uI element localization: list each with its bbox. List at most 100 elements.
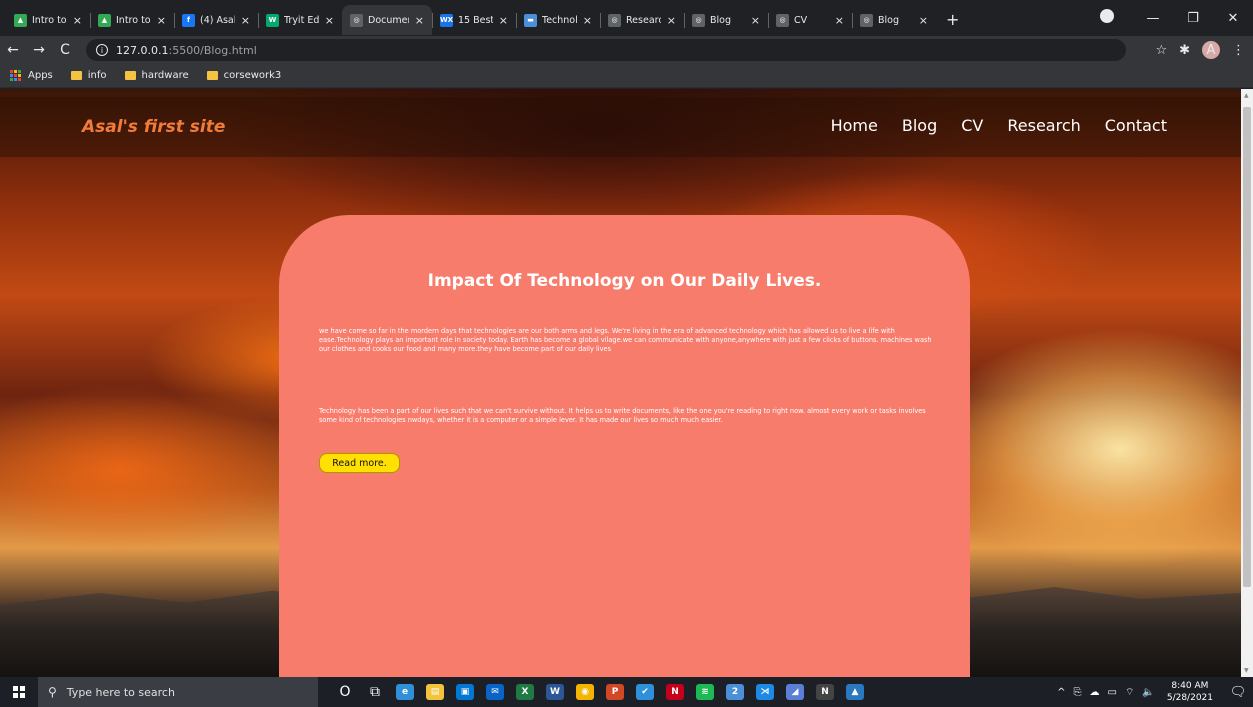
tab-8[interactable]: ◎ Blog × bbox=[684, 5, 768, 35]
tray-wifi-icon[interactable]: ⌔ bbox=[1125, 686, 1134, 699]
tab-6[interactable]: ▬ Technolo × bbox=[516, 5, 600, 35]
maximize-button[interactable]: ❐ bbox=[1173, 11, 1213, 26]
reload-button[interactable]: C bbox=[52, 42, 78, 58]
tab-7[interactable]: ◎ Research × bbox=[600, 5, 684, 35]
tab-2[interactable]: f (4) Asal P × bbox=[174, 5, 258, 35]
start-button[interactable] bbox=[0, 686, 38, 698]
nav-link-home[interactable]: Home bbox=[831, 116, 878, 135]
toolbar-actions: ☆ ✱ A ⋮ bbox=[1143, 41, 1253, 59]
store-icon-glyph: ▣ bbox=[456, 684, 474, 700]
forward-button[interactable]: → bbox=[26, 42, 52, 58]
page-viewport: Asal's first site Home Blog CV Research Cont… bbox=[0, 89, 1253, 677]
chrome-icon[interactable]: ◉ bbox=[570, 677, 600, 707]
new-tab-button[interactable]: + bbox=[946, 10, 959, 29]
tab-10[interactable]: ◎ Blog × bbox=[852, 5, 936, 35]
pen-icon[interactable]: ◢ bbox=[780, 677, 810, 707]
tab-label: Blog bbox=[710, 14, 731, 26]
vscode-icon[interactable]: ⋊ bbox=[750, 677, 780, 707]
blog-heading: Impact Of Technology on Our Daily Lives. bbox=[427, 271, 822, 291]
tab-label: Tryit Edito bbox=[284, 14, 319, 26]
tab-close-icon[interactable]: × bbox=[157, 14, 166, 27]
nav-link-blog[interactable]: Blog bbox=[902, 116, 937, 135]
store-icon[interactable]: ▣ bbox=[450, 677, 480, 707]
tray-volume-icon[interactable]: 🔈 bbox=[1142, 687, 1154, 698]
task-view-icon[interactable]: ⧉ bbox=[360, 677, 390, 707]
files-icon[interactable]: 2 bbox=[720, 677, 750, 707]
minimize-button[interactable]: — bbox=[1133, 11, 1173, 26]
scrollbar-thumb[interactable] bbox=[1243, 107, 1251, 587]
tab-close-icon[interactable]: × bbox=[835, 14, 844, 27]
bookmark-label: hardware bbox=[141, 70, 189, 81]
nav-link-research[interactable]: Research bbox=[1007, 116, 1080, 135]
mail-icon[interactable]: ✉ bbox=[480, 677, 510, 707]
tray-chevron-icon[interactable]: ^ bbox=[1057, 687, 1065, 698]
site-logo[interactable]: Asal's first site bbox=[82, 117, 225, 137]
edge-icon[interactable]: e bbox=[390, 677, 420, 707]
file-explorer-icon[interactable]: ▤ bbox=[420, 677, 450, 707]
bookmark-star-icon[interactable]: ☆ bbox=[1155, 43, 1167, 58]
nav-link-cv[interactable]: CV bbox=[961, 116, 983, 135]
excel-icon[interactable]: X bbox=[510, 677, 540, 707]
taskbar-search-box[interactable]: ⚲ Type here to search bbox=[38, 677, 318, 707]
tab-close-icon[interactable]: × bbox=[919, 14, 928, 27]
bookmark-1[interactable]: info bbox=[70, 70, 107, 81]
onenote-icon[interactable]: N bbox=[810, 677, 840, 707]
cortana-icon-glyph: O bbox=[339, 684, 351, 700]
todo-icon[interactable]: ✔ bbox=[630, 677, 660, 707]
profile-indicator-icon[interactable] bbox=[1093, 9, 1133, 27]
scroll-down-arrow-icon[interactable]: ▼ bbox=[1244, 667, 1249, 674]
tray-onedrive-icon[interactable]: ☁ bbox=[1090, 687, 1100, 698]
tab-3[interactable]: W Tryit Edito × bbox=[258, 5, 342, 35]
blog-card: Impact Of Technology on Our Daily Lives.… bbox=[279, 215, 970, 677]
powerpoint-icon[interactable]: P bbox=[600, 677, 630, 707]
tab-favicon-icon: ◎ bbox=[860, 13, 873, 27]
tab-close-icon[interactable]: × bbox=[73, 14, 82, 27]
site-info-icon[interactable]: i bbox=[96, 44, 108, 56]
scroll-up-arrow-icon[interactable]: ▲ bbox=[1244, 92, 1249, 99]
nav-link-contact[interactable]: Contact bbox=[1105, 116, 1167, 135]
tab-close-icon[interactable]: × bbox=[325, 14, 334, 27]
tab-1[interactable]: ▲ Intro to I × bbox=[90, 5, 174, 35]
read-more-button[interactable]: Read more. bbox=[319, 453, 400, 473]
file-explorer-icon-glyph: ▤ bbox=[426, 684, 444, 700]
tray-battery-icon[interactable]: ▭ bbox=[1108, 687, 1117, 698]
tab-close-icon[interactable]: × bbox=[241, 14, 250, 27]
tab-close-icon[interactable]: × bbox=[415, 14, 424, 27]
netflix-icon-glyph: N bbox=[666, 684, 684, 700]
tab-label: Blog bbox=[878, 14, 899, 26]
blog-paragraph-1: we have come so far in the mordern days … bbox=[319, 327, 932, 353]
back-button[interactable]: ← bbox=[0, 42, 26, 58]
notification-center-icon[interactable]: 🗨 bbox=[1223, 685, 1253, 700]
netflix-icon[interactable]: N bbox=[660, 677, 690, 707]
folder-icon bbox=[70, 71, 82, 80]
spotify-icon[interactable]: ≋ bbox=[690, 677, 720, 707]
tab-4[interactable]: ◎ Documen × bbox=[342, 5, 432, 35]
tab-favicon-icon: f bbox=[182, 13, 195, 27]
bookmark-2[interactable]: hardware bbox=[124, 70, 189, 81]
menu-kebab-icon[interactable]: ⋮ bbox=[1232, 43, 1245, 58]
tab-close-icon[interactable]: × bbox=[751, 14, 760, 27]
tab-close-icon[interactable]: × bbox=[583, 14, 592, 27]
tab-favicon-icon: ◎ bbox=[776, 13, 789, 27]
edge-icon-glyph: e bbox=[396, 684, 414, 700]
tab-close-icon[interactable]: × bbox=[499, 14, 508, 27]
tray-usb-icon[interactable]: ⎘ bbox=[1074, 687, 1082, 698]
page-scrollbar[interactable]: ▲ ▼ bbox=[1241, 89, 1253, 677]
profile-avatar[interactable]: A bbox=[1202, 41, 1220, 59]
cortana-icon[interactable]: O bbox=[330, 677, 360, 707]
tab-9[interactable]: ◎ CV × bbox=[768, 5, 852, 35]
word-icon[interactable]: W bbox=[540, 677, 570, 707]
vscode-icon-glyph: ⋊ bbox=[756, 684, 774, 700]
close-window-button[interactable]: ✕ bbox=[1213, 11, 1253, 26]
extensions-puzzle-icon[interactable]: ✱ bbox=[1179, 43, 1190, 58]
taskbar-clock[interactable]: 8:40 AM 5/28/2021 bbox=[1167, 680, 1213, 704]
windows-logo-icon bbox=[13, 686, 25, 698]
tab-0[interactable]: ▲ Intro to I × bbox=[6, 5, 90, 35]
tab-5[interactable]: WX 15 Best P × bbox=[432, 5, 516, 35]
tab-close-icon[interactable]: × bbox=[667, 14, 676, 27]
photos-icon[interactable]: ▲ bbox=[840, 677, 870, 707]
task-view-icon-glyph: ⧉ bbox=[370, 684, 380, 700]
bookmark-0[interactable]: Apps bbox=[10, 69, 53, 82]
address-bar[interactable]: i 127.0.0.1:5500/Blog.html bbox=[86, 39, 1126, 61]
bookmark-3[interactable]: corsework3 bbox=[206, 70, 281, 81]
